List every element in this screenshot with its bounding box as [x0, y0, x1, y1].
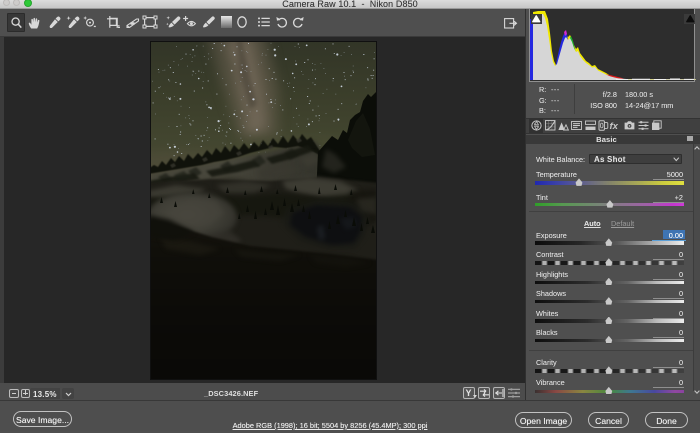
svg-text:fx: fx	[610, 121, 619, 132]
